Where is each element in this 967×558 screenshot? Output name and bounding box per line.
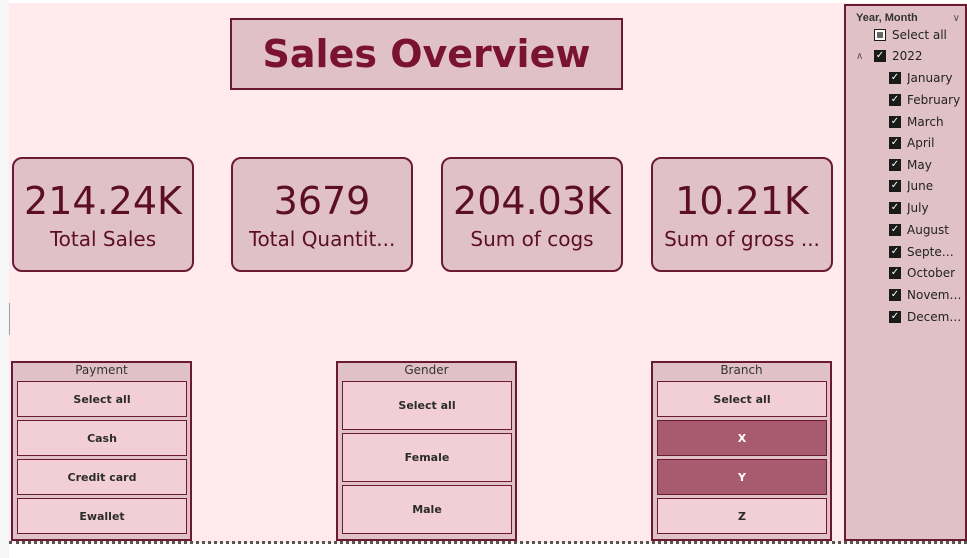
year-node[interactable]: ∧ ✓ 2022 (856, 48, 923, 64)
check-icon[interactable]: ✓ (889, 224, 901, 236)
month-label: August (907, 223, 949, 237)
month-item[interactable]: ✓ August (889, 222, 949, 238)
kpi-value: 204.03K (453, 178, 611, 223)
page-divider (9, 541, 967, 544)
month-label: February (907, 93, 961, 107)
chevron-up-icon[interactable]: ∧ (856, 51, 870, 62)
month-item[interactable]: ✓ March (889, 114, 944, 130)
month-label: October (907, 266, 956, 280)
kpi-label: Total Quantit... (248, 226, 396, 251)
gender-option-male[interactable]: Male (342, 485, 512, 534)
month-label: June (907, 179, 934, 193)
kpi-card-sum-of-gross[interactable]: 10.21K Sum of gross ... (651, 157, 833, 272)
month-item[interactable]: ✓ Novemb... (889, 287, 963, 303)
month-item[interactable]: ✓ Septem... (889, 244, 963, 260)
check-icon[interactable]: ✓ (889, 72, 901, 84)
gender-option-female[interactable]: Female (342, 433, 512, 482)
month-item[interactable]: ✓ July (889, 200, 929, 216)
month-label: April (907, 136, 935, 150)
month-label: March (907, 115, 944, 129)
month-label: May (907, 158, 932, 172)
slicer-title: Branch (720, 363, 763, 377)
month-label: January (907, 71, 953, 85)
branch-option-y[interactable]: Y (657, 459, 827, 495)
kpi-label: Sum of gross ... (664, 226, 820, 251)
slicer-title: Payment (75, 363, 128, 377)
gender-slicer: Gender Select all Female Male (336, 361, 517, 541)
month-item[interactable]: ✓ February (889, 92, 960, 108)
check-icon[interactable]: ✓ (889, 180, 901, 192)
kpi-value: 3679 (273, 178, 371, 223)
year-month-select-all[interactable]: Select all (874, 27, 947, 43)
check-icon[interactable]: ✓ (889, 159, 901, 171)
month-label: Novemb... (907, 288, 963, 302)
check-icon[interactable]: ✓ (889, 94, 901, 106)
resize-handle[interactable] (9, 303, 10, 335)
branch-option-z[interactable]: Z (657, 498, 827, 534)
branch-option-x[interactable]: X (657, 420, 827, 456)
payment-option-cash[interactable]: Cash (17, 420, 187, 456)
payment-option-ewallet[interactable]: Ewallet (17, 498, 187, 534)
option-label: Select all (892, 28, 947, 42)
month-label: Septem... (907, 245, 963, 259)
month-item[interactable]: ✓ June (889, 178, 933, 194)
month-item[interactable]: ✓ April (889, 135, 934, 151)
payment-option-select-all[interactable]: Select all (17, 381, 187, 417)
month-item[interactable]: ✓ December (889, 309, 963, 325)
chevron-down-icon[interactable]: ∨ (953, 13, 960, 24)
branch-slicer: Branch Select all X Y Z (651, 361, 832, 541)
payment-option-credit-card[interactable]: Credit card (17, 459, 187, 495)
month-label: December (907, 310, 963, 324)
month-item[interactable]: ✓ May (889, 157, 932, 173)
month-label: July (907, 201, 929, 215)
branch-option-select-all[interactable]: Select all (657, 381, 827, 417)
check-icon[interactable]: ✓ (874, 50, 886, 62)
kpi-value: 10.21K (675, 178, 809, 223)
slicer-title: Gender (404, 363, 449, 377)
payment-slicer: Payment Select all Cash Credit card Ewal… (11, 361, 192, 541)
month-item[interactable]: ✓ January (889, 70, 953, 86)
kpi-label: Sum of cogs (470, 226, 594, 251)
kpi-card-total-quantity[interactable]: 3679 Total Quantit... (231, 157, 413, 272)
page-title: Sales Overview (262, 32, 591, 76)
check-icon[interactable]: ✓ (889, 137, 901, 149)
year-month-slicer: Year, Month ∨ Select all ∧ ✓ 2022 ✓ Janu… (844, 4, 967, 541)
kpi-card-total-sales[interactable]: 214.24K Total Sales (12, 157, 194, 272)
kpi-card-sum-of-cogs[interactable]: 204.03K Sum of cogs (441, 157, 623, 272)
kpi-value: 214.24K (24, 178, 182, 223)
check-icon[interactable]: ✓ (889, 289, 901, 301)
partial-checkbox-icon[interactable] (874, 29, 886, 41)
year-label: 2022 (892, 49, 923, 63)
year-month-header[interactable]: Year, Month ∨ (856, 10, 960, 26)
title-banner: Sales Overview (230, 18, 623, 90)
check-icon[interactable]: ✓ (889, 246, 901, 258)
check-icon[interactable]: ✓ (889, 202, 901, 214)
gender-option-select-all[interactable]: Select all (342, 381, 512, 430)
check-icon[interactable]: ✓ (889, 116, 901, 128)
month-item[interactable]: ✓ October (889, 265, 955, 281)
left-gutter (0, 0, 9, 558)
check-icon[interactable]: ✓ (889, 267, 901, 279)
slicer-title: Year, Month (856, 12, 918, 24)
check-icon[interactable]: ✓ (889, 311, 901, 323)
kpi-label: Total Sales (49, 226, 157, 251)
